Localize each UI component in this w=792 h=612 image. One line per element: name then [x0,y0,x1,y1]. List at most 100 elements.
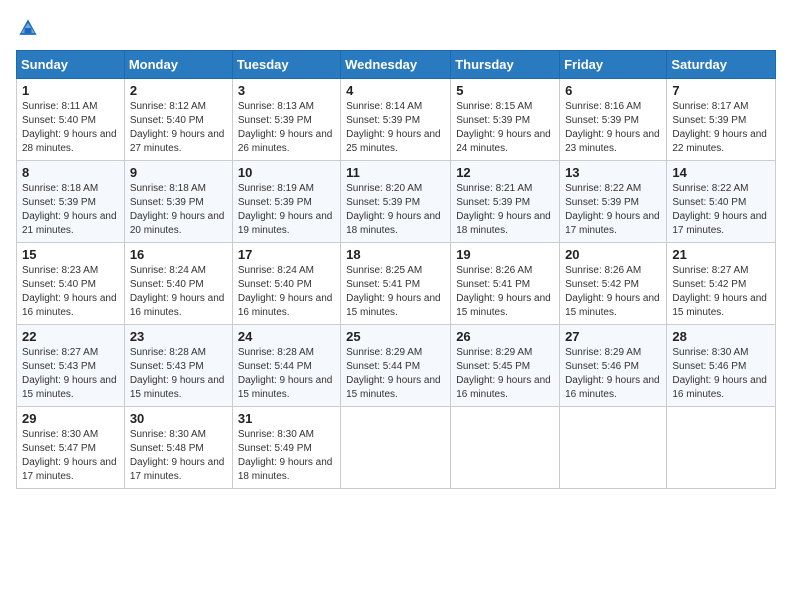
cell-text: Sunrise: 8:25 AMSunset: 5:41 PMDaylight:… [346,265,441,318]
calendar-header-thursday: Thursday [451,51,560,79]
calendar-header-friday: Friday [560,51,667,79]
cell-text: Sunrise: 8:30 AMSunset: 5:48 PMDaylight:… [130,429,225,482]
calendar-cell: 4 Sunrise: 8:14 AMSunset: 5:39 PMDaylight… [341,79,451,161]
calendar-header-monday: Monday [124,51,232,79]
day-number: 21 [672,247,770,262]
day-number: 15 [22,247,119,262]
day-number: 29 [22,411,119,426]
cell-text: Sunrise: 8:21 AMSunset: 5:39 PMDaylight:… [456,183,551,236]
day-number: 4 [346,83,445,98]
calendar-week-2: 8Sunrise: 8:18 AMSunset: 5:39 PMDaylight… [17,161,776,243]
cell-text: Sunrise: 8:29 AMSunset: 5:45 PMDaylight:… [456,347,551,400]
calendar-cell: 26 Sunrise: 8:29 AMSunset: 5:45 PMDayligh… [451,325,560,407]
cell-text: Sunrise: 8:17 AMSunset: 5:39 PMDaylight:… [672,101,767,154]
day-number: 25 [346,329,445,344]
day-number: 23 [130,329,227,344]
calendar-cell: 25 Sunrise: 8:29 AMSunset: 5:44 PMDayligh… [341,325,451,407]
cell-text: Sunrise: 8:26 AMSunset: 5:41 PMDaylight:… [456,265,551,318]
calendar-cell: 10 Sunrise: 8:19 AMSunset: 5:39 PMDayligh… [232,161,340,243]
day-number: 9 [130,165,227,180]
cell-text: Sunrise: 8:28 AMSunset: 5:44 PMDaylight:… [238,347,333,400]
cell-text: Sunrise: 8:27 AMSunset: 5:43 PMDaylight:… [22,347,117,400]
calendar-cell: 3Sunrise: 8:13 AMSunset: 5:39 PMDaylight… [232,79,340,161]
day-number: 2 [130,83,227,98]
calendar-cell: 6 Sunrise: 8:16 AMSunset: 5:39 PMDaylight… [560,79,667,161]
cell-text: Sunrise: 8:30 AMSunset: 5:49 PMDaylight:… [238,429,333,482]
calendar-header-row: SundayMondayTuesdayWednesdayThursdayFrid… [17,51,776,79]
calendar-cell: 31 Sunrise: 8:30 AMSunset: 5:49 PMDayligh… [232,407,340,489]
calendar-cell: 20 Sunrise: 8:26 AMSunset: 5:42 PMDayligh… [560,243,667,325]
calendar-week-5: 29Sunrise: 8:30 AMSunset: 5:47 PMDayligh… [17,407,776,489]
calendar-cell: 24 Sunrise: 8:28 AMSunset: 5:44 PMDayligh… [232,325,340,407]
cell-text: Sunrise: 8:11 AMSunset: 5:40 PMDaylight:… [22,101,117,154]
calendar-cell: 21 Sunrise: 8:27 AMSunset: 5:42 PMDayligh… [667,243,776,325]
cell-text: Sunrise: 8:14 AMSunset: 5:39 PMDaylight:… [346,101,441,154]
cell-text: Sunrise: 8:18 AMSunset: 5:39 PMDaylight:… [22,183,117,236]
calendar-table: SundayMondayTuesdayWednesdayThursdayFrid… [16,50,776,489]
cell-text: Sunrise: 8:12 AMSunset: 5:40 PMDaylight:… [130,101,225,154]
calendar-cell: 28 Sunrise: 8:30 AMSunset: 5:46 PMDayligh… [667,325,776,407]
day-number: 30 [130,411,227,426]
cell-text: Sunrise: 8:26 AMSunset: 5:42 PMDaylight:… [565,265,660,318]
calendar-cell: 5 Sunrise: 8:15 AMSunset: 5:39 PMDaylight… [451,79,560,161]
calendar-cell: 17Sunrise: 8:24 AMSunset: 5:40 PMDayligh… [232,243,340,325]
calendar-cell: 9 Sunrise: 8:18 AMSunset: 5:39 PMDaylight… [124,161,232,243]
calendar-cell: 18 Sunrise: 8:25 AMSunset: 5:41 PMDayligh… [341,243,451,325]
cell-text: Sunrise: 8:30 AMSunset: 5:46 PMDaylight:… [672,347,767,400]
day-number: 22 [22,329,119,344]
day-number: 14 [672,165,770,180]
cell-text: Sunrise: 8:27 AMSunset: 5:42 PMDaylight:… [672,265,767,318]
cell-text: Sunrise: 8:15 AMSunset: 5:39 PMDaylight:… [456,101,551,154]
calendar-cell: 16 Sunrise: 8:24 AMSunset: 5:40 PMDayligh… [124,243,232,325]
calendar-cell: 27Sunrise: 8:29 AMSunset: 5:46 PMDayligh… [560,325,667,407]
calendar-cell: 1 Sunrise: 8:11 AMSunset: 5:40 PMDaylight… [17,79,125,161]
cell-text: Sunrise: 8:29 AMSunset: 5:44 PMDaylight:… [346,347,441,400]
day-number: 3 [238,83,335,98]
cell-text: Sunrise: 8:20 AMSunset: 5:39 PMDaylight:… [346,183,441,236]
calendar-cell: 30 Sunrise: 8:30 AMSunset: 5:48 PMDayligh… [124,407,232,489]
cell-text: Sunrise: 8:19 AMSunset: 5:39 PMDaylight:… [238,183,333,236]
calendar-header-wednesday: Wednesday [341,51,451,79]
calendar-cell [667,407,776,489]
day-number: 28 [672,329,770,344]
cell-text: Sunrise: 8:24 AMSunset: 5:40 PMDaylight:… [238,265,333,318]
day-number: 31 [238,411,335,426]
day-number: 6 [565,83,661,98]
cell-text: Sunrise: 8:22 AMSunset: 5:40 PMDaylight:… [672,183,767,236]
day-number: 11 [346,165,445,180]
calendar-cell: 22 Sunrise: 8:27 AMSunset: 5:43 PMDayligh… [17,325,125,407]
day-number: 5 [456,83,554,98]
calendar-header-sunday: Sunday [17,51,125,79]
cell-text: Sunrise: 8:23 AMSunset: 5:40 PMDaylight:… [22,265,117,318]
logo [16,16,44,40]
calendar-header-tuesday: Tuesday [232,51,340,79]
day-number: 13 [565,165,661,180]
calendar-cell: 13 Sunrise: 8:22 AMSunset: 5:39 PMDayligh… [560,161,667,243]
calendar-cell: 15 Sunrise: 8:23 AMSunset: 5:40 PMDayligh… [17,243,125,325]
day-number: 7 [672,83,770,98]
cell-text: Sunrise: 8:24 AMSunset: 5:40 PMDaylight:… [130,265,225,318]
cell-text: Sunrise: 8:22 AMSunset: 5:39 PMDaylight:… [565,183,660,236]
calendar-cell: 12 Sunrise: 8:21 AMSunset: 5:39 PMDayligh… [451,161,560,243]
cell-text: Sunrise: 8:16 AMSunset: 5:39 PMDaylight:… [565,101,660,154]
day-number: 10 [238,165,335,180]
day-number: 18 [346,247,445,262]
day-number: 12 [456,165,554,180]
day-number: 1 [22,83,119,98]
cell-text: Sunrise: 8:18 AMSunset: 5:39 PMDaylight:… [130,183,225,236]
calendar-cell: 29Sunrise: 8:30 AMSunset: 5:47 PMDayligh… [17,407,125,489]
day-number: 20 [565,247,661,262]
day-number: 24 [238,329,335,344]
day-number: 16 [130,247,227,262]
logo-icon [16,16,40,40]
calendar-cell: 14 Sunrise: 8:22 AMSunset: 5:40 PMDayligh… [667,161,776,243]
calendar-cell: 23Sunrise: 8:28 AMSunset: 5:43 PMDayligh… [124,325,232,407]
cell-text: Sunrise: 8:29 AMSunset: 5:46 PMDaylight:… [565,347,660,400]
calendar-cell: 8Sunrise: 8:18 AMSunset: 5:39 PMDaylight… [17,161,125,243]
day-number: 26 [456,329,554,344]
page-header [16,16,776,40]
calendar-week-3: 15 Sunrise: 8:23 AMSunset: 5:40 PMDayligh… [17,243,776,325]
calendar-cell [560,407,667,489]
calendar-cell: 7 Sunrise: 8:17 AMSunset: 5:39 PMDaylight… [667,79,776,161]
calendar-cell [451,407,560,489]
